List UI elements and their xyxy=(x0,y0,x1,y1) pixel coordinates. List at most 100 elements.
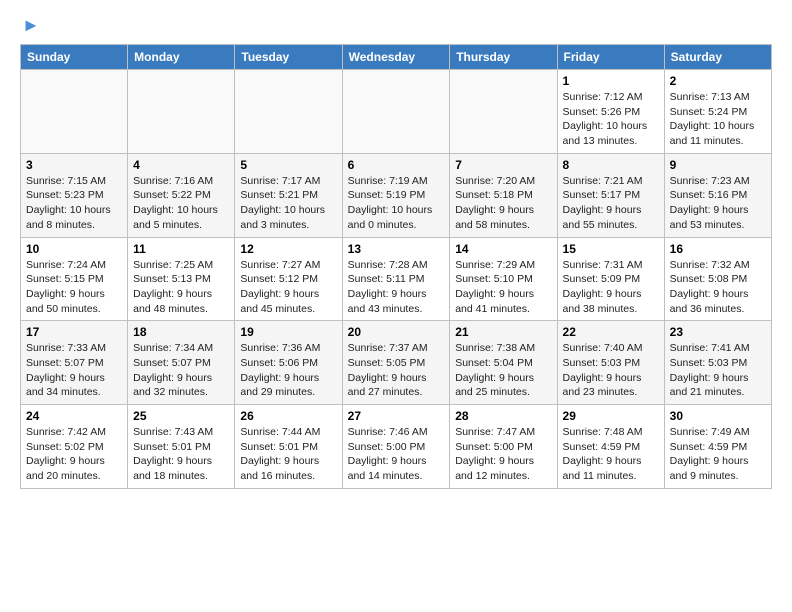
day-info: Sunrise: 7:43 AM Sunset: 5:01 PM Dayligh… xyxy=(133,425,229,484)
day-info: Sunrise: 7:25 AM Sunset: 5:13 PM Dayligh… xyxy=(133,258,229,317)
day-info: Sunrise: 7:46 AM Sunset: 5:00 PM Dayligh… xyxy=(348,425,445,484)
calendar-cell: 22 Sunrise: 7:40 AM Sunset: 5:03 PM Dayli… xyxy=(557,321,664,405)
day-info: Sunrise: 7:27 AM Sunset: 5:12 PM Dayligh… xyxy=(240,258,336,317)
calendar-cell: 18 Sunrise: 7:34 AM Sunset: 5:07 PM Dayli… xyxy=(128,321,235,405)
day-info: Sunrise: 7:37 AM Sunset: 5:05 PM Dayligh… xyxy=(348,341,445,400)
day-info: Sunrise: 7:31 AM Sunset: 5:09 PM Dayligh… xyxy=(563,258,659,317)
day-number: 9 xyxy=(670,158,766,172)
day-info: Sunrise: 7:47 AM Sunset: 5:00 PM Dayligh… xyxy=(455,425,551,484)
day-number: 13 xyxy=(348,242,445,256)
day-info: Sunrise: 7:32 AM Sunset: 5:08 PM Dayligh… xyxy=(670,258,766,317)
day-info: Sunrise: 7:41 AM Sunset: 5:03 PM Dayligh… xyxy=(670,341,766,400)
day-info: Sunrise: 7:34 AM Sunset: 5:07 PM Dayligh… xyxy=(133,341,229,400)
day-number: 17 xyxy=(26,325,122,339)
day-info: Sunrise: 7:23 AM Sunset: 5:16 PM Dayligh… xyxy=(670,174,766,233)
calendar-cell: 25Sunrise: 7:43 AM Sunset: 5:01 PM Dayli… xyxy=(128,405,235,489)
day-number: 18 xyxy=(133,325,229,339)
calendar-cell: 23 Sunrise: 7:41 AM Sunset: 5:03 PM Dayli… xyxy=(664,321,771,405)
week-row-0: 1 Sunrise: 7:12 AM Sunset: 5:26 PM Daylig… xyxy=(21,70,772,154)
header: ► xyxy=(20,16,772,34)
calendar-cell: 2 Sunrise: 7:13 AM Sunset: 5:24 PM Daylig… xyxy=(664,70,771,154)
calendar-cell: 15Sunrise: 7:31 AM Sunset: 5:09 PM Dayli… xyxy=(557,237,664,321)
logo-triangle-icon: ► xyxy=(22,16,40,34)
day-info: Sunrise: 7:33 AM Sunset: 5:07 PM Dayligh… xyxy=(26,341,122,400)
day-info: Sunrise: 7:12 AM Sunset: 5:26 PM Dayligh… xyxy=(563,90,659,149)
day-number: 6 xyxy=(348,158,445,172)
header-row: SundayMondayTuesdayWednesdayThursdayFrid… xyxy=(21,45,772,70)
day-number: 1 xyxy=(563,74,659,88)
day-number: 11 xyxy=(133,242,229,256)
day-number: 30 xyxy=(670,409,766,423)
calendar-cell: 26Sunrise: 7:44 AM Sunset: 5:01 PM Dayli… xyxy=(235,405,342,489)
calendar-cell: 28 Sunrise: 7:47 AM Sunset: 5:00 PM Dayli… xyxy=(450,405,557,489)
day-number: 22 xyxy=(563,325,659,339)
calendar-cell xyxy=(128,70,235,154)
day-number: 14 xyxy=(455,242,551,256)
calendar-cell: 4 Sunrise: 7:16 AM Sunset: 5:22 PM Daylig… xyxy=(128,153,235,237)
calendar-cell: 5 Sunrise: 7:17 AM Sunset: 5:21 PM Daylig… xyxy=(235,153,342,237)
calendar-cell xyxy=(450,70,557,154)
day-info: Sunrise: 7:38 AM Sunset: 5:04 PM Dayligh… xyxy=(455,341,551,400)
header-tuesday: Tuesday xyxy=(235,45,342,70)
calendar-cell: 16 Sunrise: 7:32 AM Sunset: 5:08 PM Dayli… xyxy=(664,237,771,321)
header-sunday: Sunday xyxy=(21,45,128,70)
calendar-cell: 21 Sunrise: 7:38 AM Sunset: 5:04 PM Dayli… xyxy=(450,321,557,405)
day-info: Sunrise: 7:42 AM Sunset: 5:02 PM Dayligh… xyxy=(26,425,122,484)
day-number: 12 xyxy=(240,242,336,256)
calendar-cell: 17 Sunrise: 7:33 AM Sunset: 5:07 PM Dayli… xyxy=(21,321,128,405)
week-row-3: 17 Sunrise: 7:33 AM Sunset: 5:07 PM Dayli… xyxy=(21,321,772,405)
day-info: Sunrise: 7:15 AM Sunset: 5:23 PM Dayligh… xyxy=(26,174,122,233)
calendar-cell: 14 Sunrise: 7:29 AM Sunset: 5:10 PM Dayli… xyxy=(450,237,557,321)
day-info: Sunrise: 7:13 AM Sunset: 5:24 PM Dayligh… xyxy=(670,90,766,149)
day-number: 2 xyxy=(670,74,766,88)
header-saturday: Saturday xyxy=(664,45,771,70)
calendar-cell: 24 Sunrise: 7:42 AM Sunset: 5:02 PM Dayli… xyxy=(21,405,128,489)
day-info: Sunrise: 7:24 AM Sunset: 5:15 PM Dayligh… xyxy=(26,258,122,317)
day-info: Sunrise: 7:20 AM Sunset: 5:18 PM Dayligh… xyxy=(455,174,551,233)
calendar-cell xyxy=(235,70,342,154)
calendar-cell xyxy=(21,70,128,154)
calendar-cell: 10 Sunrise: 7:24 AM Sunset: 5:15 PM Dayli… xyxy=(21,237,128,321)
day-info: Sunrise: 7:21 AM Sunset: 5:17 PM Dayligh… xyxy=(563,174,659,233)
day-number: 29 xyxy=(563,409,659,423)
calendar-cell: 3 Sunrise: 7:15 AM Sunset: 5:23 PM Daylig… xyxy=(21,153,128,237)
day-info: Sunrise: 7:36 AM Sunset: 5:06 PM Dayligh… xyxy=(240,341,336,400)
day-number: 19 xyxy=(240,325,336,339)
calendar-cell: 1 Sunrise: 7:12 AM Sunset: 5:26 PM Daylig… xyxy=(557,70,664,154)
day-number: 23 xyxy=(670,325,766,339)
day-number: 21 xyxy=(455,325,551,339)
logo: ► xyxy=(20,16,40,34)
day-number: 4 xyxy=(133,158,229,172)
calendar-cell: 20 Sunrise: 7:37 AM Sunset: 5:05 PM Dayli… xyxy=(342,321,450,405)
day-info: Sunrise: 7:19 AM Sunset: 5:19 PM Dayligh… xyxy=(348,174,445,233)
day-number: 5 xyxy=(240,158,336,172)
day-info: Sunrise: 7:16 AM Sunset: 5:22 PM Dayligh… xyxy=(133,174,229,233)
header-wednesday: Wednesday xyxy=(342,45,450,70)
calendar-cell: 9 Sunrise: 7:23 AM Sunset: 5:16 PM Daylig… xyxy=(664,153,771,237)
calendar-cell xyxy=(342,70,450,154)
day-info: Sunrise: 7:44 AM Sunset: 5:01 PM Dayligh… xyxy=(240,425,336,484)
calendar-cell: 11 Sunrise: 7:25 AM Sunset: 5:13 PM Dayli… xyxy=(128,237,235,321)
header-friday: Friday xyxy=(557,45,664,70)
day-number: 27 xyxy=(348,409,445,423)
day-info: Sunrise: 7:40 AM Sunset: 5:03 PM Dayligh… xyxy=(563,341,659,400)
day-number: 28 xyxy=(455,409,551,423)
day-number: 3 xyxy=(26,158,122,172)
calendar-cell: 30 Sunrise: 7:49 AM Sunset: 4:59 PM Dayli… xyxy=(664,405,771,489)
day-number: 24 xyxy=(26,409,122,423)
calendar-cell: 19 Sunrise: 7:36 AM Sunset: 5:06 PM Dayli… xyxy=(235,321,342,405)
calendar-cell: 27 Sunrise: 7:46 AM Sunset: 5:00 PM Dayli… xyxy=(342,405,450,489)
page: ► SundayMondayTuesdayWednesdayThursdayFr… xyxy=(0,0,792,499)
day-number: 8 xyxy=(563,158,659,172)
day-info: Sunrise: 7:28 AM Sunset: 5:11 PM Dayligh… xyxy=(348,258,445,317)
day-number: 10 xyxy=(26,242,122,256)
header-thursday: Thursday xyxy=(450,45,557,70)
day-info: Sunrise: 7:17 AM Sunset: 5:21 PM Dayligh… xyxy=(240,174,336,233)
day-number: 20 xyxy=(348,325,445,339)
day-info: Sunrise: 7:29 AM Sunset: 5:10 PM Dayligh… xyxy=(455,258,551,317)
calendar-cell: 13 Sunrise: 7:28 AM Sunset: 5:11 PM Dayli… xyxy=(342,237,450,321)
week-row-2: 10 Sunrise: 7:24 AM Sunset: 5:15 PM Dayli… xyxy=(21,237,772,321)
day-number: 16 xyxy=(670,242,766,256)
day-info: Sunrise: 7:49 AM Sunset: 4:59 PM Dayligh… xyxy=(670,425,766,484)
calendar-cell: 29Sunrise: 7:48 AM Sunset: 4:59 PM Dayli… xyxy=(557,405,664,489)
